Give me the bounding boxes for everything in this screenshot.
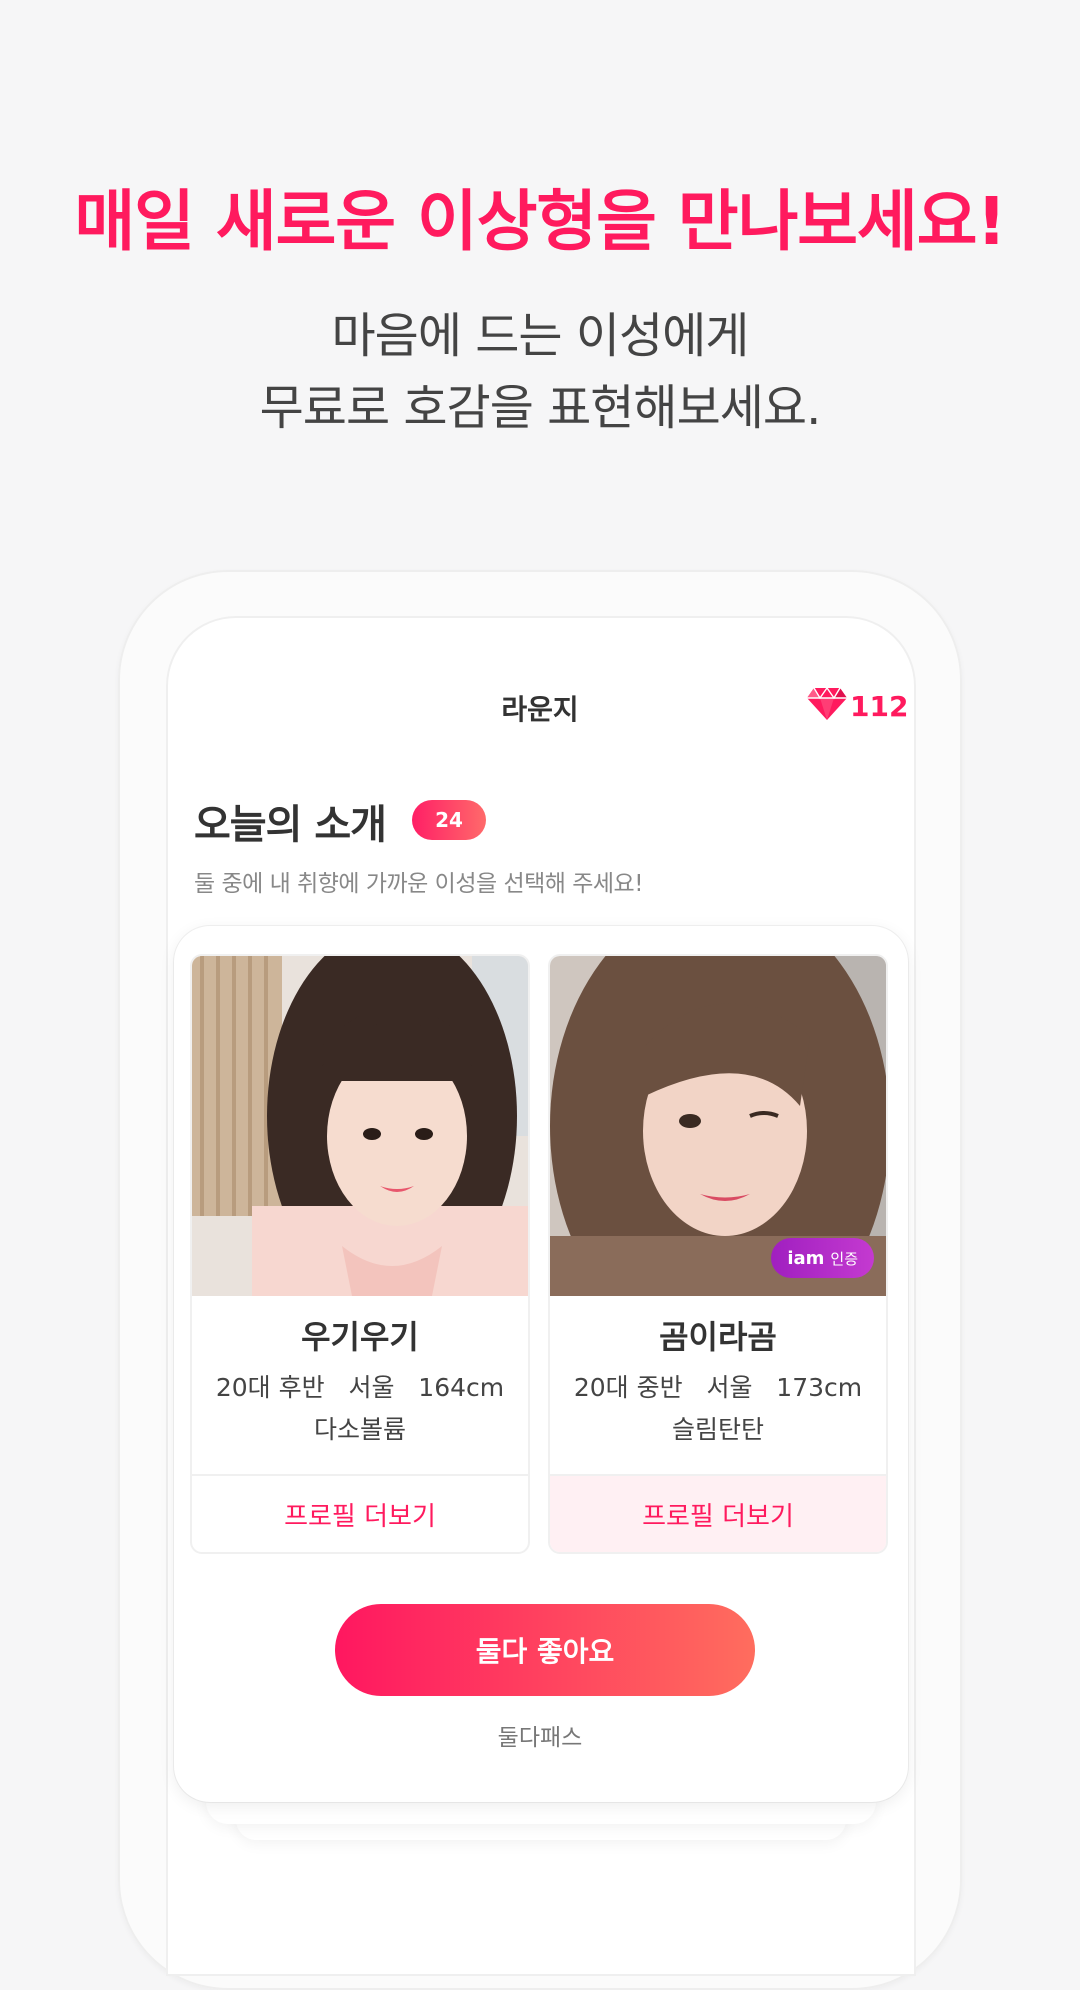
profile-info: 20대 중반 서울 173cm	[573, 1373, 863, 1402]
pass-both-button[interactable]: 둘다패스	[0, 1718, 1080, 1752]
promo-subtitle-line2: 무료로 호감을 표현해보세요.	[259, 380, 822, 436]
section-title: 오늘의 소개	[194, 802, 387, 848]
promo-subtitle-line1: 마음에 드는 이성에게	[331, 308, 750, 364]
gem-count: 112	[850, 689, 909, 723]
profile-name: 곰이라곰	[659, 1318, 777, 1356]
page-title: 라운지	[501, 693, 579, 726]
diamond-icon	[806, 686, 848, 726]
count-badge: 24	[412, 800, 486, 840]
verified-badge: iam 인증	[771, 1238, 874, 1278]
verified-badge-main: iam	[787, 1247, 825, 1269]
verified-badge-sub: 인증	[830, 1249, 858, 1268]
section-description: 둘 중에 내 취향에 가까운 이성을 선택해 주세요!	[194, 871, 643, 897]
gem-counter[interactable]: 112	[806, 686, 908, 726]
profile-info: 20대 후반 서울 164cm	[215, 1373, 505, 1402]
profile-body-type: 다소볼륨	[313, 1415, 406, 1444]
profile-body-type: 슬림탄탄	[671, 1415, 764, 1444]
view-profile-button[interactable]: 프로필 더보기	[192, 1474, 528, 1552]
promo-title: 매일 새로운 이상형을 만나보세요!	[74, 183, 1006, 260]
profile-card-left[interactable]: 우기우기 20대 후반 서울 164cm 다소볼륨 프로필 더보기	[190, 954, 530, 1554]
like-both-button[interactable]: 둘다 좋아요	[335, 1604, 755, 1696]
profile-name: 우기우기	[301, 1318, 419, 1356]
profile-card-right[interactable]: iam 인증 곰이라곰 20대 중반 서울 173cm 슬림탄탄 프로필 더보기	[548, 954, 888, 1554]
promo-subtitle: 마음에 드는 이성에게 무료로 호감을 표현해보세요.	[0, 300, 1080, 444]
view-profile-button[interactable]: 프로필 더보기	[550, 1474, 886, 1552]
profile-photo[interactable]	[192, 956, 528, 1296]
